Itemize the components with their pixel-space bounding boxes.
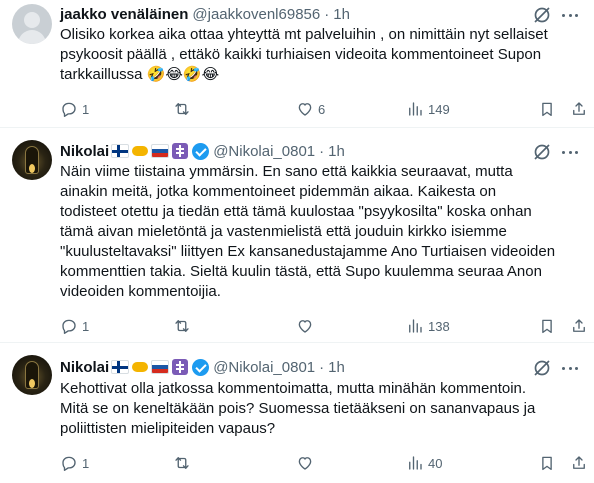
author-handle[interactable]: @jaakkovenl69856	[192, 6, 320, 23]
retweet-icon	[175, 103, 189, 115]
tweet[interactable]: Nikolai @Nikolai_0801 · 1h Kehottivat ol…	[0, 343, 594, 483]
share-button[interactable]	[570, 316, 588, 336]
share-button[interactable]	[570, 453, 588, 473]
retweet-button[interactable]	[173, 316, 195, 336]
views-count: 149	[428, 101, 450, 117]
heart-icon	[298, 457, 312, 470]
share-icon	[573, 102, 585, 115]
tweet-text: Kehottivat olla jatkossa kommentoimatta,…	[60, 380, 536, 437]
verified-icon[interactable]	[192, 142, 210, 160]
separator-dot: ·	[319, 142, 325, 160]
author-name[interactable]: Nikolai	[60, 359, 109, 376]
retweet-icon	[175, 457, 189, 469]
share-button[interactable]	[570, 99, 588, 119]
reply-button[interactable]: 1	[60, 99, 89, 119]
more-options-icon[interactable]	[560, 358, 580, 378]
author-handle[interactable]: @Nikolai_0801	[213, 359, 315, 376]
separator-dot: ·	[319, 358, 325, 376]
grok-icon[interactable]	[532, 142, 552, 162]
reply-icon	[62, 456, 76, 471]
tweet-actions: 1 138	[60, 316, 585, 336]
bookmark-button[interactable]	[538, 99, 556, 119]
views-chart-icon	[409, 319, 422, 333]
finland-flag-icon	[111, 144, 130, 158]
reply-count: 1	[82, 318, 90, 334]
reply-button[interactable]: 1	[60, 453, 89, 473]
views-count: 138	[428, 318, 450, 334]
bookmark-icon	[542, 102, 552, 117]
tweet-actions: 1 6 149	[60, 99, 585, 119]
reply-button[interactable]: 1	[60, 316, 89, 336]
candle-icon-avatar[interactable]	[12, 355, 52, 395]
more-options-icon[interactable]	[560, 142, 580, 162]
handshake-icon	[131, 360, 149, 374]
reply-count: 1	[82, 101, 90, 117]
author-handle[interactable]: @Nikolai_0801	[213, 143, 315, 160]
views-chart-icon	[409, 456, 422, 470]
finland-flag-icon	[111, 360, 130, 374]
candle-icon-avatar[interactable]	[12, 140, 52, 180]
retweet-icon	[175, 320, 189, 332]
orthodox-cross-icon	[172, 143, 189, 159]
tweet-header: Nikolai @Nikolai_0801 · 1h	[60, 357, 345, 377]
bookmark-button[interactable]	[538, 453, 556, 473]
default-avatar-icon[interactable]	[12, 4, 52, 44]
grok-icon[interactable]	[532, 5, 552, 25]
tweet[interactable]: jaakko venäläinen @jaakkovenl69856 · 1h …	[0, 0, 594, 128]
tweet-text: Olisiko korkea aika ottaa yhteyttä mt pa…	[60, 26, 548, 83]
bookmark-icon	[542, 319, 552, 334]
grok-icon[interactable]	[532, 358, 552, 378]
timestamp[interactable]: 1h	[328, 359, 345, 376]
heart-icon	[298, 103, 312, 116]
russia-flag-icon	[151, 360, 170, 374]
tweet-actions: 1 40	[60, 453, 585, 473]
verified-icon[interactable]	[192, 358, 210, 376]
bookmark-icon	[542, 456, 552, 471]
reply-icon	[62, 102, 76, 117]
author-name[interactable]: Nikolai	[60, 143, 109, 160]
more-options-icon[interactable]	[560, 5, 580, 25]
reply-icon	[62, 319, 76, 334]
reply-count: 1	[82, 455, 90, 471]
timestamp[interactable]: 1h	[333, 6, 350, 23]
views-button[interactable]: 149	[406, 99, 450, 119]
russia-flag-icon	[151, 144, 170, 158]
tweet-header: Nikolai @Nikolai_0801 · 1h	[60, 141, 345, 161]
views-chart-icon	[409, 102, 422, 116]
retweet-button[interactable]	[173, 99, 195, 119]
handshake-icon	[131, 144, 149, 158]
tweet[interactable]: Nikolai @Nikolai_0801 · 1h Näin viime ti…	[0, 128, 594, 343]
share-icon	[573, 319, 585, 332]
share-icon	[573, 456, 585, 469]
separator-dot: ·	[324, 5, 330, 23]
tweet-header: jaakko venäläinen @jaakkovenl69856 · 1h	[60, 4, 350, 24]
timestamp[interactable]: 1h	[328, 143, 345, 160]
tweet-text: Näin viime tiistaina ymmärsin. En sano e…	[60, 163, 556, 300]
orthodox-cross-icon	[172, 359, 189, 375]
views-count: 40	[428, 455, 443, 471]
views-button[interactable]: 138	[406, 316, 450, 336]
heart-icon	[298, 320, 312, 333]
author-name[interactable]: jaakko venäläinen	[60, 6, 188, 23]
like-count: 6	[318, 101, 326, 117]
like-button[interactable]	[296, 316, 318, 336]
bookmark-button[interactable]	[538, 316, 556, 336]
like-button[interactable]	[296, 453, 318, 473]
like-button[interactable]: 6	[296, 99, 325, 119]
retweet-button[interactable]	[173, 453, 195, 473]
views-button[interactable]: 40	[406, 453, 442, 473]
